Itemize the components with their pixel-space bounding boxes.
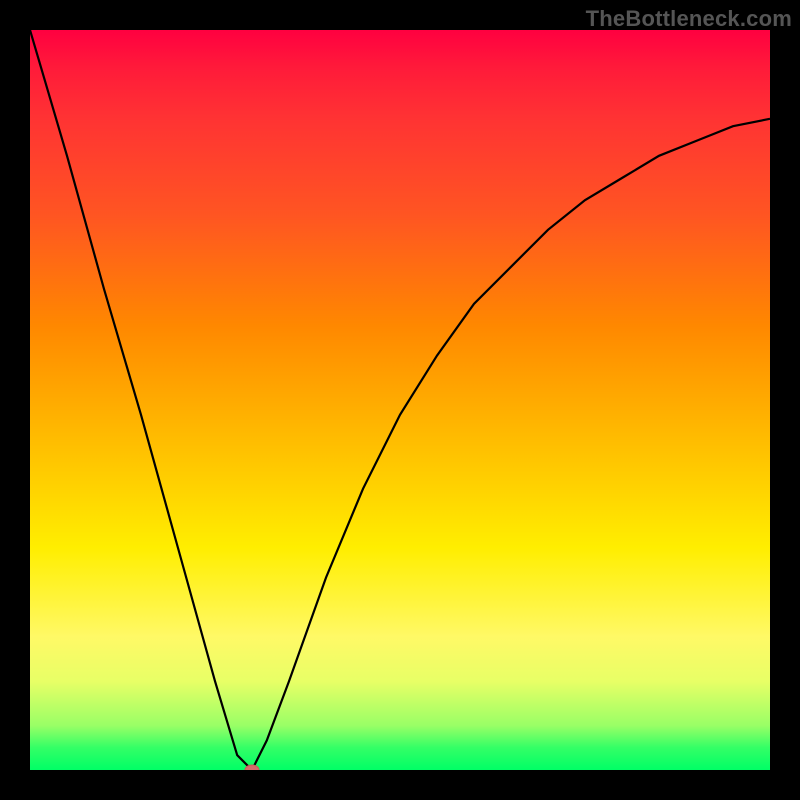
curve-svg	[30, 30, 770, 770]
bottleneck-chart	[30, 30, 770, 770]
bottleneck-curve-path	[30, 30, 770, 770]
watermark-text: TheBottleneck.com	[586, 6, 792, 32]
